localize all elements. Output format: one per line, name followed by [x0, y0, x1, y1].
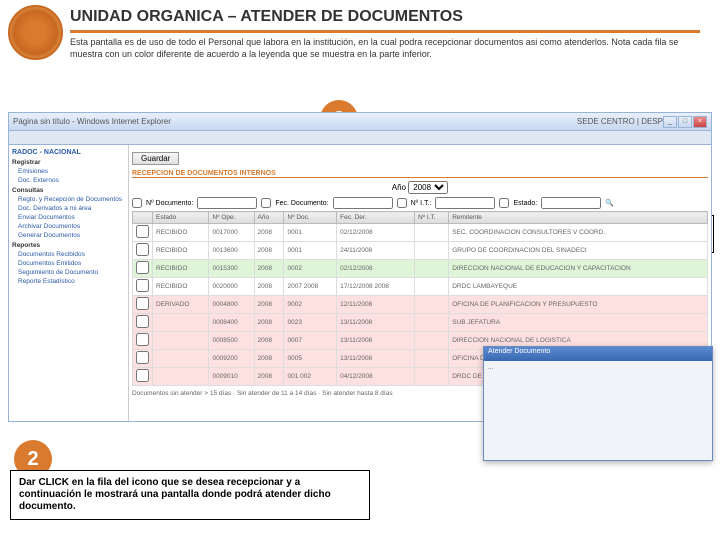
table-row[interactable]: RECIBIDO00153002008000202/12/2008DIRECCI… [133, 260, 708, 278]
inp-num[interactable] [197, 197, 257, 209]
page-title: UNIDAD ORGANICA – ATENDER DE DOCUMENTOS [70, 8, 700, 33]
row-check[interactable] [136, 369, 149, 382]
row-check[interactable] [136, 279, 149, 292]
row-check[interactable] [136, 351, 149, 364]
table-row[interactable]: DERIVADO00048002008000212/11/2008OFICINA… [133, 296, 708, 314]
sidebar: RADOC - NACIONAL Registrar Emisiones Doc… [9, 145, 129, 421]
col-header: Remitente [449, 212, 708, 224]
sidebar-item[interactable]: Regto. y Recepción de Documentos [12, 195, 125, 204]
chk-fec[interactable] [261, 198, 271, 208]
filter-row: Nº Documento: Fec. Documento: Nº I.T.: E… [132, 197, 708, 209]
inp-est[interactable] [541, 197, 601, 209]
close-button[interactable]: × [693, 116, 707, 128]
chk-est[interactable] [499, 198, 509, 208]
sidebar-item[interactable]: Doc. Derivados a mi área [12, 204, 125, 213]
lbl-est: Estado: [513, 200, 537, 207]
page-subtitle: Esta pantalla es de uso de todo el Perso… [70, 37, 700, 60]
lbl-num: Nº Documento: [146, 200, 193, 207]
col-header: Nº Doc. [284, 212, 337, 224]
sidebar-item[interactable]: Documentos Recibidos [12, 250, 125, 259]
browser-title: Página sin título - Windows Internet Exp… [13, 117, 577, 126]
callout-row-click: Dar CLICK en la fila del icono que se de… [10, 470, 370, 520]
org-logo [8, 5, 63, 60]
minimize-button[interactable]: _ [663, 116, 677, 128]
chk-nit[interactable] [397, 198, 407, 208]
sidebar-section-queries: Consultas [12, 187, 125, 194]
row-check[interactable] [136, 333, 149, 346]
col-header [133, 212, 153, 224]
browser-tabstrip [9, 131, 711, 145]
browser-titlebar: Página sin título - Windows Internet Exp… [9, 113, 711, 131]
search-icon[interactable]: 🔍 [605, 199, 614, 207]
year-select[interactable]: 2008 [408, 181, 448, 194]
sidebar-title: RADOC - NACIONAL [12, 149, 125, 156]
sidebar-item[interactable]: Generar Documentos [12, 231, 125, 240]
sidebar-section-reports: Reportes [12, 242, 125, 249]
sidebar-item[interactable]: Reporte Estadístico [12, 277, 125, 286]
sidebar-item[interactable]: Emisiones [12, 167, 125, 176]
col-header: Nº I.T. [414, 212, 448, 224]
row-check[interactable] [136, 261, 149, 274]
attend-popup: Atender Documento ... [483, 346, 713, 461]
sidebar-item[interactable]: Archivar Documentos [12, 222, 125, 231]
sidebar-item[interactable]: Doc. Externos [12, 176, 125, 185]
col-header: Año [254, 212, 284, 224]
browser-context: SEDE CENTRO | DESP [577, 117, 663, 126]
sidebar-item[interactable]: Seguimiento de Documento [12, 268, 125, 277]
table-row[interactable]: 00084002008002313/11/2008SUB JEFATURA [133, 314, 708, 332]
col-header: Fec. Der. [337, 212, 415, 224]
main-panel: Guardar RECEPCION DE DOCUMENTOS INTERNOS… [129, 145, 711, 421]
row-check[interactable] [136, 243, 149, 256]
slide-header: UNIDAD ORGANICA – ATENDER DE DOCUMENTOS … [70, 8, 700, 60]
row-check[interactable] [136, 297, 149, 310]
inp-fec[interactable] [333, 197, 393, 209]
row-check[interactable] [136, 225, 149, 238]
sidebar-item[interactable]: Documentos Emitidos [12, 259, 125, 268]
chk-num[interactable] [132, 198, 142, 208]
popup-title: Atender Documento [484, 347, 712, 361]
row-check[interactable] [136, 315, 149, 328]
popup-body: ... [484, 361, 712, 375]
section-title: RECEPCION DE DOCUMENTOS INTERNOS [132, 170, 708, 178]
lbl-nit: Nº I.T.: [411, 200, 432, 207]
lbl-fec: Fec. Documento: [275, 200, 328, 207]
sidebar-item[interactable]: Enviar Documentos [12, 213, 125, 222]
maximize-button[interactable]: □ [678, 116, 692, 128]
sidebar-section-register: Registrar [12, 159, 125, 166]
save-button[interactable]: Guardar [132, 152, 179, 165]
year-label: Año [392, 183, 406, 192]
col-header: Nº Ope. [209, 212, 254, 224]
inp-nit[interactable] [435, 197, 495, 209]
table-row[interactable]: RECIBIDO002000020082007 200817/12/2008 2… [133, 278, 708, 296]
table-row[interactable]: RECIBIDO00136002008000124/11/2008GRUPO D… [133, 242, 708, 260]
browser-window: Página sin título - Windows Internet Exp… [8, 112, 712, 422]
table-row[interactable]: RECIBIDO00170002008000102/12/2008SEC. CO… [133, 224, 708, 242]
col-header: Estado [153, 212, 209, 224]
